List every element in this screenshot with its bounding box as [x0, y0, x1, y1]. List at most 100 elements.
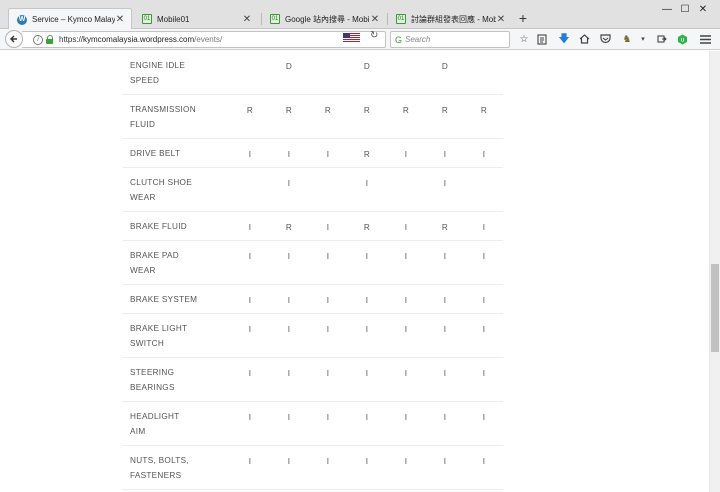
vertical-scrollbar[interactable] — [709, 51, 720, 492]
new-tab-button[interactable]: + — [516, 10, 530, 26]
tab-bar: W Service – Kymco Malaysia ✕ 01 Mobile01… — [0, 0, 720, 30]
us-flag-icon[interactable] — [343, 33, 360, 43]
row-item-name-line: SPEED — [130, 76, 160, 85]
schedule-cell: R — [324, 106, 332, 115]
menu-hamburger-icon[interactable] — [698, 32, 712, 46]
row-item-name-line: TRANSMISSION — [130, 105, 196, 114]
schedule-cell: I — [404, 296, 408, 305]
schedule-cell: I — [404, 223, 408, 232]
table-row: ENGINE IDLE SPEED D D D — [123, 51, 503, 95]
schedule-cell: I — [287, 296, 291, 305]
schedule-cell: I — [326, 325, 330, 334]
schedule-cell: I — [326, 457, 330, 466]
schedule-cell: I — [248, 296, 252, 305]
schedule-cell: R — [285, 223, 293, 232]
schedule-cell: I — [404, 457, 408, 466]
schedule-cell: I — [482, 223, 486, 232]
tab-google-search[interactable]: 01 Google 站內搜尋 - Mobile... ✕ — [262, 9, 386, 29]
schedule-cell: R — [246, 106, 254, 115]
table-row: BRAKE FLUID I R I R I R I — [123, 212, 503, 241]
schedule-cell: I — [443, 150, 447, 159]
schedule-cell: R — [402, 106, 410, 115]
row-item-name: DRIVE BELT — [130, 146, 240, 161]
home-icon[interactable] — [577, 32, 591, 46]
reading-list-icon[interactable] — [535, 32, 549, 46]
row-item-name-line: BEARINGS — [130, 383, 175, 392]
reload-icon[interactable]: ↻ — [370, 30, 378, 41]
close-tab-icon[interactable]: ✕ — [115, 14, 125, 25]
scrollbar-thumb[interactable] — [711, 264, 719, 352]
sync-icon[interactable] — [655, 32, 669, 46]
tab-mobile01[interactable]: 01 Mobile01 ✕ — [134, 9, 258, 29]
row-item-name-line: SWITCH — [130, 339, 165, 348]
url-host: kymcomalaysia.wordpress.com — [83, 35, 195, 44]
schedule-cell: I — [287, 457, 291, 466]
tab-discussion-reply[interactable]: 01 討論群組發表回應 - Mobil... ✕ — [388, 9, 512, 29]
schedule-cell: I — [287, 369, 291, 378]
tab-service-kymco[interactable]: W Service – Kymco Malaysia ✕ — [8, 8, 132, 30]
row-item-name: NUTS, BOLTS, FASTENERS — [130, 453, 240, 483]
close-tab-icon[interactable]: ✕ — [496, 14, 506, 25]
schedule-cell: I — [482, 296, 486, 305]
url-text[interactable]: https://kymcomalaysia.wordpress.com/even… — [59, 35, 222, 44]
site-info-icon[interactable]: i — [33, 34, 43, 45]
adblock-shield-icon[interactable]: u — [675, 32, 689, 46]
bookmark-star-icon[interactable]: ☆ — [517, 32, 531, 46]
schedule-cell: I — [443, 179, 447, 188]
tab-label: 討論群組發表回應 - Mobil... — [411, 14, 496, 24]
schedule-cell: I — [365, 369, 369, 378]
back-button[interactable] — [5, 30, 23, 48]
row-item-name-line: STEERING — [130, 368, 175, 377]
schedule-cell: I — [326, 413, 330, 422]
back-arrow-icon — [10, 35, 17, 43]
schedule-cell: I — [482, 325, 486, 334]
pocket-icon[interactable] — [598, 32, 612, 46]
schedule-cell: I — [248, 457, 252, 466]
search-engine-icon[interactable]: G — [395, 35, 402, 45]
row-item-name-line: BRAKE SYSTEM — [130, 295, 198, 304]
schedule-cell: I — [326, 296, 330, 305]
schedule-cell: I — [443, 369, 447, 378]
schedule-cell: R — [285, 106, 293, 115]
schedule-cell: I — [287, 325, 291, 334]
lock-icon[interactable] — [46, 35, 54, 44]
schedule-cell: R — [441, 106, 449, 115]
downloads-icon[interactable]: 🡇 — [557, 32, 571, 46]
close-tab-icon[interactable]: ✕ — [242, 14, 252, 25]
schedule-cell: R — [363, 106, 371, 115]
schedule-cell: I — [365, 325, 369, 334]
schedule-cell: R — [363, 150, 371, 159]
mobile01-icon: 01 — [142, 14, 152, 24]
row-item-name-line: AIM — [130, 427, 146, 436]
row-item-name-line: HEADLIGHT — [130, 412, 180, 421]
close-tab-icon[interactable]: ✕ — [370, 14, 380, 25]
extension-menu-chevron-icon[interactable]: ▾ — [636, 32, 650, 46]
extension-icon[interactable]: ♞ — [620, 32, 634, 46]
row-item-name: BRAKE LIGHT SWITCH — [130, 321, 240, 351]
maintenance-schedule-table: ENGINE IDLE SPEED D D D TRANSMISSION FLUID R R R R… — [123, 51, 503, 490]
address-bar[interactable]: i https://kymcomalaysia.wordpress.com/ev… — [22, 31, 386, 48]
schedule-cell: I — [365, 457, 369, 466]
schedule-cell: I — [326, 223, 330, 232]
schedule-cell: I — [365, 252, 369, 261]
schedule-cell: I — [404, 325, 408, 334]
row-item-name-line: BRAKE FLUID — [130, 222, 187, 231]
schedule-cell: I — [404, 150, 408, 159]
row-item-name-line: BRAKE PAD — [130, 251, 179, 260]
row-item-name-line: FLUID — [130, 120, 156, 129]
row-item-name: STEERING BEARINGS — [130, 365, 240, 395]
row-item-name-line: FASTENERS — [130, 471, 182, 480]
schedule-cell: I — [326, 150, 330, 159]
schedule-cell: I — [248, 223, 252, 232]
schedule-cell: D — [285, 62, 293, 71]
schedule-cell: I — [365, 179, 369, 188]
row-item-name-line: CLUTCH SHOE — [130, 178, 192, 187]
table-row: DRIVE BELT I I I R I I I — [123, 139, 503, 168]
row-item-name: CLUTCH SHOE WEAR — [130, 175, 240, 205]
schedule-cell: R — [480, 106, 488, 115]
window-close-button[interactable]: ✕ — [686, 0, 720, 18]
schedule-cell: R — [441, 223, 449, 232]
row-item-name-line: WEAR — [130, 266, 156, 275]
row-item-name: HEADLIGHT AIM — [130, 409, 240, 439]
search-bar[interactable]: G Search — [390, 31, 510, 48]
